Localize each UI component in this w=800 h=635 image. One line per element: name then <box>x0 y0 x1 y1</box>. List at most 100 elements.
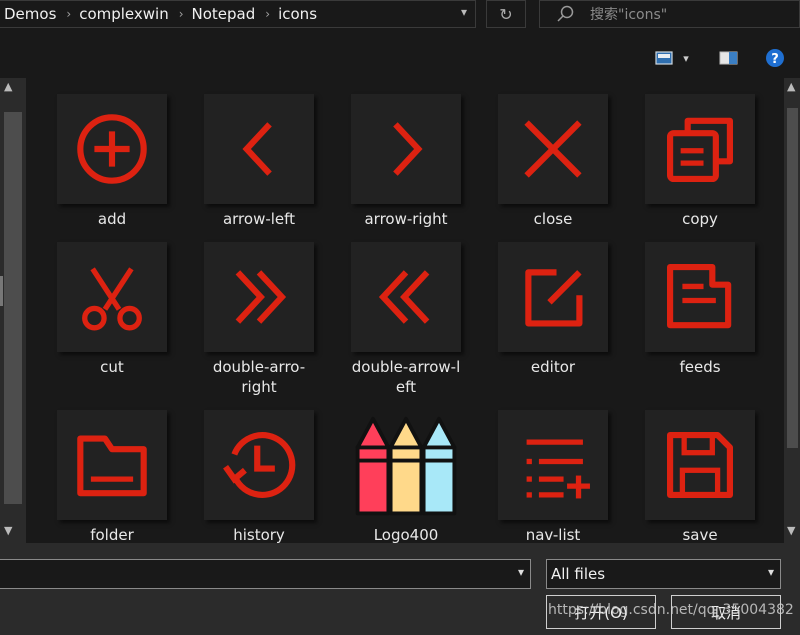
file-name: nav-list <box>525 526 581 543</box>
file-item-feeds[interactable]: feeds <box>630 242 770 377</box>
file-thumbnail <box>498 94 608 204</box>
refresh-button[interactable]: ↻ <box>486 0 526 28</box>
help-button[interactable]: ? <box>764 48 786 68</box>
close-icon <box>524 120 582 178</box>
file-thumbnail <box>351 94 461 204</box>
crayons-logo-icon <box>355 416 457 516</box>
breadcrumb-item[interactable]: Demos <box>0 5 62 23</box>
file-item-logo400[interactable]: Logo400 <box>336 410 476 543</box>
file-thumbnail <box>351 242 461 352</box>
nav-scrollbar-thumb[interactable] <box>4 112 22 504</box>
file-name: close <box>533 210 573 228</box>
file-name: save <box>682 526 718 543</box>
file-name: copy <box>682 210 718 228</box>
arrow-left-icon <box>242 122 272 176</box>
file-item-nav-list[interactable]: nav-list <box>483 410 623 543</box>
file-item-editor[interactable]: editor <box>483 242 623 377</box>
file-item-close[interactable]: close <box>483 94 623 229</box>
breadcrumb[interactable]: Demos › complexwin › Notepad › icons ▾ <box>0 0 476 28</box>
chevron-down-icon[interactable]: ▾ <box>768 565 774 579</box>
file-thumbnail <box>57 94 167 204</box>
file-name: folder <box>90 526 134 543</box>
file-thumbnail <box>498 410 608 520</box>
breadcrumb-item[interactable]: complexwin <box>75 5 175 23</box>
double-arrow-left-icon <box>378 270 430 324</box>
file-name: double-arro- right <box>212 358 306 396</box>
search-icon <box>557 5 574 22</box>
file-name: arrow-left <box>222 210 296 228</box>
nav-list-icon <box>526 439 590 499</box>
scissors-icon <box>82 267 142 331</box>
history-icon <box>223 432 296 498</box>
file-item-history[interactable]: history <box>189 410 329 543</box>
file-item-arrow-left[interactable]: arrow-left <box>189 94 329 229</box>
refresh-icon: ↻ <box>499 4 513 24</box>
file-name: Logo400 <box>373 526 439 543</box>
file-item-folder[interactable]: folder <box>42 410 182 543</box>
double-arrow-right-icon <box>235 270 287 324</box>
preview-pane-button[interactable] <box>718 48 740 68</box>
toolbar: ▾ ? <box>0 38 800 78</box>
watermark: https://blog.csdn.net/qq_35004382 <box>548 602 794 618</box>
file-thumbnail <box>645 410 755 520</box>
arrow-right-icon <box>393 122 423 176</box>
scroll-up-icon[interactable]: ▲ <box>4 80 12 93</box>
view-icon <box>655 51 673 65</box>
chevron-right-icon: › <box>66 7 72 21</box>
file-item-double-arrow-left[interactable]: double-arrow-l eft <box>336 242 476 397</box>
file-thumbnail <box>57 242 167 352</box>
file-item-copy[interactable]: copy <box>630 94 770 229</box>
file-name: add <box>97 210 127 228</box>
copy-icon <box>667 117 733 182</box>
file-item-add[interactable]: add <box>42 94 182 229</box>
pane-splitter[interactable] <box>0 276 3 306</box>
folder-icon <box>77 435 147 497</box>
file-thumbnail <box>351 410 461 520</box>
filetype-select[interactable]: All files ▾ <box>546 559 781 589</box>
file-thumbnail <box>204 410 314 520</box>
file-grid: add arrow-left arrow-right close copy cu… <box>26 78 784 543</box>
file-thumbnail <box>204 94 314 204</box>
scroll-down-icon[interactable]: ▼ <box>787 524 795 537</box>
navigation-pane: ▲ ▼ <box>0 78 26 543</box>
file-thumbnail <box>57 410 167 520</box>
scrollbar-thumb[interactable] <box>787 108 798 448</box>
breadcrumb-item[interactable]: Notepad <box>188 5 262 23</box>
filetype-selected: All files <box>551 565 606 583</box>
feeds-icon <box>667 264 732 329</box>
file-name: cut <box>100 358 124 376</box>
file-thumbnail <box>498 242 608 352</box>
file-item-cut[interactable]: cut <box>42 242 182 377</box>
chevron-down-icon[interactable]: ▾ <box>518 565 524 579</box>
chevron-down-icon[interactable]: ▾ <box>461 5 467 19</box>
save-icon <box>667 432 733 498</box>
filename-combobox[interactable]: ▾ <box>0 559 531 589</box>
view-options-button[interactable]: ▾ <box>650 48 694 68</box>
help-icon: ? <box>766 49 784 67</box>
scroll-up-icon[interactable]: ▲ <box>787 80 795 93</box>
file-item-double-arrow-right[interactable]: double-arro- right <box>189 242 329 397</box>
file-thumbnail <box>645 94 755 204</box>
file-thumbnail <box>645 242 755 352</box>
file-thumbnail <box>204 242 314 352</box>
file-name: double-arrow-l eft <box>351 358 461 396</box>
file-item-arrow-right[interactable]: arrow-right <box>336 94 476 229</box>
dialog-footer: ▾ All files ▾ 打开(O) 取消 <box>0 543 800 635</box>
search-input[interactable]: 搜索"icons" <box>539 0 800 28</box>
file-name: arrow-right <box>364 210 448 228</box>
file-item-save[interactable]: save <box>630 410 770 543</box>
chevron-right-icon: › <box>178 7 184 21</box>
address-bar-area: Demos › complexwin › Notepad › icons ▾ ↻… <box>0 0 800 28</box>
svg-text:?: ? <box>771 52 779 67</box>
file-name: editor <box>530 358 576 376</box>
breadcrumb-item[interactable]: icons <box>274 5 323 23</box>
preview-pane-icon <box>719 51 738 65</box>
chevron-down-icon: ▾ <box>683 51 689 65</box>
vertical-scrollbar[interactable]: ▲ ▼ <box>784 78 800 543</box>
file-name: history <box>233 526 285 543</box>
file-name: feeds <box>679 358 721 376</box>
search-placeholder: 搜索"icons" <box>590 7 668 23</box>
add-icon <box>77 114 147 184</box>
chevron-right-icon: › <box>265 7 271 21</box>
scroll-down-icon[interactable]: ▼ <box>4 524 12 537</box>
